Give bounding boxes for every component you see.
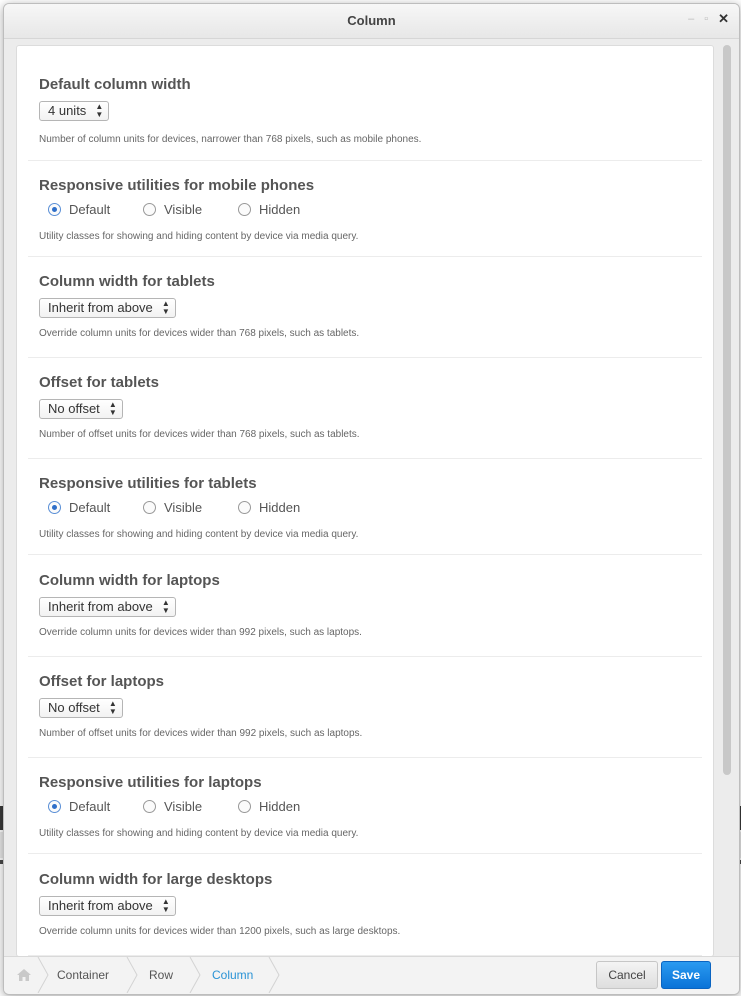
minimize-icon[interactable]: – — [688, 13, 694, 25]
select-value: 4 units — [48, 103, 87, 118]
select-arrows-icon: ▲ ▼ — [161, 598, 170, 615]
help-text: Utility classes for showing and hiding c… — [39, 529, 359, 540]
maximize-icon[interactable]: ▫ — [704, 13, 708, 25]
window-controls: – ▫ ✕ — [688, 12, 729, 25]
radio-group-laptops: Default Visible Hidden — [39, 799, 300, 814]
radio-visible[interactable]: Visible — [134, 799, 229, 814]
cancel-button[interactable]: Cancel — [596, 961, 658, 989]
column-width-tablets-select[interactable]: Inherit from above ▲ ▼ — [39, 298, 176, 318]
column-width-laptops-select[interactable]: Inherit from above ▲ ▼ — [39, 597, 176, 617]
radio-default[interactable]: Default — [39, 799, 134, 814]
select-arrows-icon: ▲ ▼ — [108, 400, 117, 417]
section-responsive-laptops: Responsive utilities for laptops Default… — [28, 774, 702, 854]
section-title: Offset for laptops — [39, 673, 165, 690]
section-column-width-laptops: Column width for laptops Inherit from ab… — [28, 572, 702, 657]
radio-unchecked-icon[interactable] — [238, 203, 251, 216]
select-arrows-icon: ▲ ▼ — [161, 299, 170, 316]
radio-label: Default — [69, 202, 111, 217]
section-offset-tablets: Offset for tablets No offset ▲ ▼ Number o… — [28, 374, 702, 459]
radio-unchecked-icon[interactable] — [143, 203, 156, 216]
section-responsive-tablets: Responsive utilities for tablets Default… — [28, 475, 702, 555]
section-title: Responsive utilities for mobile phones — [39, 177, 315, 194]
radio-default[interactable]: Default — [39, 202, 134, 217]
offset-laptops-select[interactable]: No offset ▲ ▼ — [39, 698, 123, 718]
close-icon[interactable]: ✕ — [718, 12, 729, 25]
radio-visible[interactable]: Visible — [134, 500, 229, 515]
settings-panel: Default column width 4 units ▲ ▼ Number o… — [16, 45, 714, 957]
help-text: Override column units for devices wider … — [39, 627, 362, 638]
radio-group-tablets: Default Visible Hidden — [39, 500, 300, 515]
select-value: Inherit from above — [48, 300, 153, 315]
radio-visible[interactable]: Visible — [134, 202, 229, 217]
radio-hidden[interactable]: Hidden — [229, 202, 300, 217]
dialog-footer: Container Row Column Cancel Save — [4, 956, 739, 994]
radio-checked-icon[interactable] — [48, 501, 61, 514]
save-button[interactable]: Save — [661, 961, 711, 989]
radio-checked-icon[interactable] — [48, 203, 61, 216]
select-arrows-icon: ▲ ▼ — [108, 699, 117, 716]
offset-tablets-select[interactable]: No offset ▲ ▼ — [39, 399, 123, 419]
breadcrumb-container[interactable]: Container — [57, 968, 109, 982]
radio-label: Visible — [164, 799, 203, 814]
dialog-title: Column — [347, 13, 396, 28]
help-text: Utility classes for showing and hiding c… — [39, 828, 359, 839]
section-responsive-mobile: Responsive utilities for mobile phones D… — [28, 177, 702, 257]
section-column-width-large-desktops: Column width for large desktops Inherit … — [28, 871, 702, 956]
breadcrumb-column[interactable]: Column — [212, 968, 253, 982]
radio-label: Hidden — [259, 799, 301, 814]
help-text: Utility classes for showing and hiding c… — [39, 231, 359, 242]
radio-hidden[interactable]: Hidden — [229, 799, 300, 814]
scrollbar-thumb[interactable] — [723, 45, 731, 775]
radio-label: Visible — [164, 500, 203, 515]
section-title: Default column width — [39, 76, 191, 93]
select-arrows-icon: ▲ ▼ — [161, 897, 170, 914]
section-default-column-width: Default column width 4 units ▲ ▼ Number o… — [28, 76, 702, 161]
radio-group-mobile: Default Visible Hidden — [39, 202, 300, 217]
column-dialog: Column – ▫ ✕ Default column width 4 unit… — [3, 3, 740, 995]
radio-unchecked-icon[interactable] — [143, 501, 156, 514]
breadcrumb-separator-icon — [189, 957, 201, 993]
select-value: Inherit from above — [48, 599, 153, 614]
default-column-width-select[interactable]: 4 units ▲ ▼ — [39, 101, 110, 121]
radio-checked-icon[interactable] — [48, 800, 61, 813]
section-title: Column width for tablets — [39, 273, 215, 290]
radio-label: Default — [69, 500, 111, 515]
radio-unchecked-icon[interactable] — [143, 800, 156, 813]
help-text: Number of column units for devices, narr… — [39, 134, 422, 145]
radio-label: Hidden — [259, 202, 301, 217]
radio-hidden[interactable]: Hidden — [229, 500, 300, 515]
section-column-width-tablets: Column width for tablets Inherit from ab… — [28, 273, 702, 358]
radio-default[interactable]: Default — [39, 500, 134, 515]
column-width-large-desktops-select[interactable]: Inherit from above ▲ ▼ — [39, 896, 176, 916]
breadcrumb-separator-icon — [126, 957, 138, 993]
breadcrumb-separator-icon — [37, 957, 49, 993]
select-value: Inherit from above — [48, 898, 153, 913]
select-value: No offset — [48, 700, 100, 715]
radio-unchecked-icon[interactable] — [238, 800, 251, 813]
help-text: Override column units for devices wider … — [39, 926, 401, 937]
select-arrows-icon: ▲ ▼ — [95, 102, 104, 119]
radio-label: Hidden — [259, 500, 301, 515]
radio-unchecked-icon[interactable] — [238, 501, 251, 514]
home-icon[interactable] — [16, 968, 32, 982]
breadcrumb-separator-icon — [268, 957, 280, 993]
section-title: Column width for large desktops — [39, 871, 273, 888]
select-value: No offset — [48, 401, 100, 416]
radio-label: Default — [69, 799, 111, 814]
radio-label: Visible — [164, 202, 203, 217]
breadcrumb-row[interactable]: Row — [149, 968, 173, 982]
section-title: Column width for laptops — [39, 572, 220, 589]
section-title: Responsive utilities for laptops — [39, 774, 262, 791]
dialog-titlebar: Column – ▫ ✕ — [4, 4, 739, 39]
help-text: Number of offset units for devices wider… — [39, 728, 363, 739]
section-offset-laptops: Offset for laptops No offset ▲ ▼ Number o… — [28, 673, 702, 758]
section-title: Offset for tablets — [39, 374, 160, 391]
section-title: Responsive utilities for tablets — [39, 475, 257, 492]
help-text: Number of offset units for devices wider… — [39, 429, 360, 440]
help-text: Override column units for devices wider … — [39, 328, 360, 339]
